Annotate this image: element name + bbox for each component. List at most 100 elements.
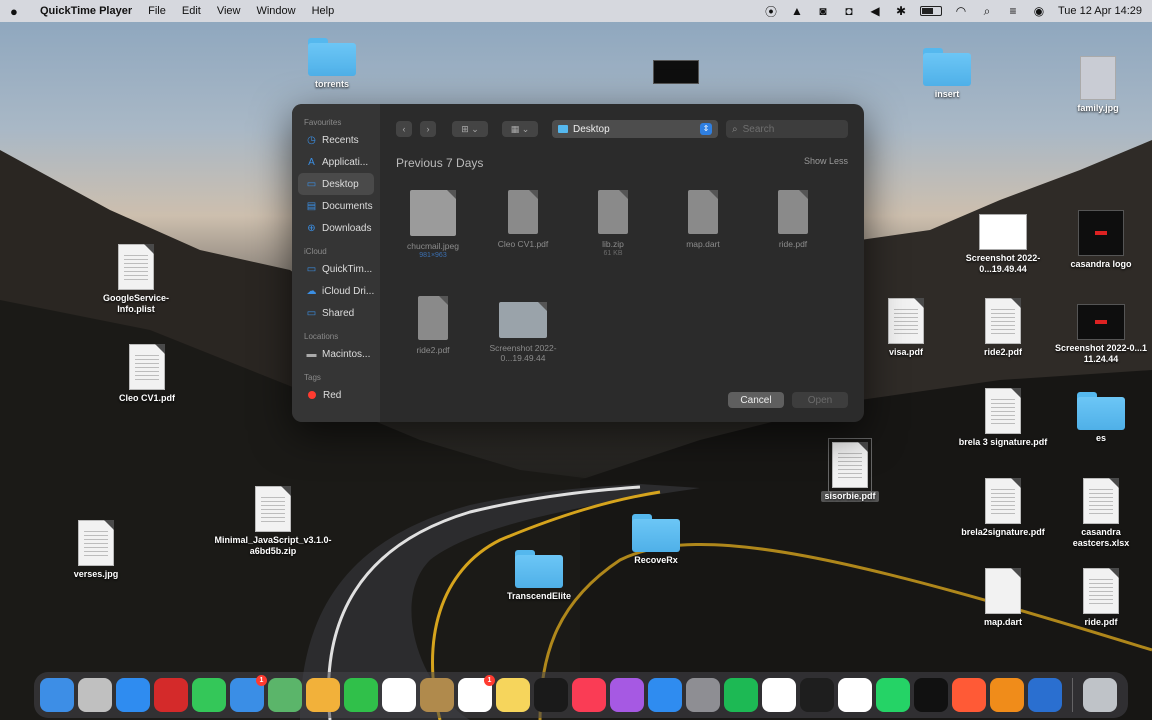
sidebar-item-downloads[interactable]: ⊕ Downloads — [292, 217, 380, 239]
brela2signature-pdf[interactable]: brela2signature.pdf — [955, 478, 1051, 538]
dock-chrome-icon[interactable] — [838, 678, 872, 712]
messenger-status-icon[interactable]: ◘ — [842, 4, 856, 18]
volume-icon[interactable]: ◀ — [868, 4, 882, 18]
bluetooth-icon[interactable]: ✱ — [894, 4, 908, 18]
dock-notes-brown-icon[interactable] — [420, 678, 454, 712]
screenshot-1949[interactable]: Screenshot 2022-0...19.49.44 — [955, 214, 1051, 275]
folder-insert[interactable]: insert — [899, 48, 995, 100]
minimal-javascript-zip[interactable]: Minimal_JavaScript_v3.1.0-a6bd5b.zip — [214, 486, 332, 557]
folder-torrents[interactable]: torrents — [284, 38, 380, 90]
dock-notes-icon[interactable] — [496, 678, 530, 712]
dock-reminders-icon[interactable]: 1 — [458, 675, 495, 712]
forward-button[interactable]: › — [420, 121, 436, 137]
sidebar-item-recents[interactable]: ◷ Recents — [292, 129, 380, 151]
casandra-eastcers[interactable]: casandra eastcers.xlsx — [1053, 478, 1149, 549]
menu-app-name[interactable]: QuickTime Player — [40, 5, 132, 17]
dock-maps-icon[interactable] — [268, 678, 302, 712]
screenshot-1124[interactable]: Screenshot 2022-0...1 11.24.44 — [1053, 304, 1149, 365]
icon-view-button[interactable]: ⊞ ⌄ — [452, 121, 488, 137]
dock-figma-icon[interactable] — [800, 678, 834, 712]
search-field[interactable]: ⌕ — [726, 120, 848, 138]
dock-trash-icon[interactable] — [1083, 678, 1117, 712]
sidebar-item-tag-red[interactable]: Red — [292, 384, 380, 406]
dock-facetime-icon[interactable] — [344, 678, 378, 712]
file-item[interactable]: ride.pdf — [748, 190, 838, 249]
menu-view[interactable]: View — [217, 5, 241, 17]
map-dart[interactable]: map.dart — [955, 568, 1051, 628]
casandra-logo[interactable]: casandra logo — [1053, 210, 1149, 270]
dock-launchpad-icon[interactable] — [78, 678, 112, 712]
search-input[interactable] — [742, 123, 833, 135]
dock-opera-icon[interactable] — [154, 678, 188, 712]
sidebar-item-desktop[interactable]: ▭ Desktop — [298, 173, 374, 195]
record-icon[interactable]: ⦿ — [764, 3, 778, 20]
googleservice-plist[interactable]: GoogleService-Info.plist — [88, 244, 184, 315]
menu-clock[interactable]: Tue 12 Apr 14:29 — [1058, 5, 1142, 17]
thumbnail-image[interactable] — [628, 60, 724, 84]
selected-pdf[interactable]: sisorbie.pdf — [802, 438, 898, 502]
clock-icon: ◷ — [307, 134, 316, 146]
show-less-button[interactable]: Show Less — [804, 156, 848, 170]
file-item[interactable]: ride2.pdf — [388, 296, 478, 355]
dock-pencil-app-icon[interactable] — [952, 678, 986, 712]
folder-transcendelite[interactable]: TranscendElite — [491, 550, 587, 602]
brela-signature-pdf[interactable]: brela 3 signature.pdf — [955, 388, 1051, 448]
menu-help[interactable]: Help — [312, 5, 335, 17]
file-item[interactable]: Cleo CV1.pdf — [478, 190, 568, 249]
apple-menu-icon[interactable]: ● — [10, 4, 24, 19]
dock-vlc-icon[interactable] — [990, 678, 1024, 712]
screenshot-file-icon — [499, 302, 547, 338]
siri-icon[interactable]: ◉ — [1032, 4, 1046, 18]
dock-app-store-icon[interactable] — [648, 678, 682, 712]
wifi-icon[interactable]: ◠ — [954, 4, 968, 18]
vlc-status-icon[interactable]: ▲ — [790, 4, 804, 18]
dock-pycharm-icon[interactable] — [914, 678, 948, 712]
family-photo[interactable]: family.jpg — [1050, 56, 1146, 114]
sidebar-item-macintosh-hd[interactable]: ▬ Macintos... — [292, 343, 380, 365]
dock-messenger-icon[interactable] — [762, 678, 796, 712]
cleo-cv1-pdf[interactable]: Cleo CV1.pdf — [99, 344, 195, 404]
gamepad-icon[interactable]: ◙ — [816, 4, 830, 18]
group-by-button[interactable]: ▦ ⌄ — [502, 121, 538, 137]
visa-pdf[interactable]: visa.pdf — [858, 298, 954, 358]
dock-quicktime-icon[interactable] — [1028, 678, 1062, 712]
dock-messages-icon[interactable] — [192, 678, 226, 712]
menu-edit[interactable]: Edit — [182, 5, 201, 17]
pdf-file-icon — [888, 298, 924, 344]
file-item[interactable]: Screenshot 2022-0...19.49.44 — [478, 296, 568, 363]
sidebar-item-documents[interactable]: ▤ Documents — [292, 195, 380, 217]
dock-podcasts-icon[interactable] — [610, 678, 644, 712]
ride-pdf[interactable]: ride.pdf — [1053, 568, 1149, 628]
dock-finder-icon[interactable] — [40, 678, 74, 712]
sidebar-item-shared[interactable]: ▭ Shared — [292, 302, 380, 324]
file-item[interactable]: chucmail.jpeg 981×963 — [388, 190, 478, 259]
dock-apple-tv-icon[interactable] — [534, 678, 568, 712]
dock-system-preferences-icon[interactable] — [686, 678, 720, 712]
control-center-icon[interactable]: ≡ — [1006, 4, 1020, 18]
dock-safari-icon[interactable] — [116, 678, 150, 712]
battery-icon[interactable] — [920, 6, 942, 16]
file-item[interactable]: map.dart — [658, 190, 748, 249]
desktop-icon-label: map.dart — [983, 617, 1022, 627]
menu-window[interactable]: Window — [256, 5, 295, 17]
folder-es[interactable]: es — [1053, 392, 1149, 444]
ride2-pdf[interactable]: ride2.pdf — [955, 298, 1051, 358]
folder-recoverx[interactable]: RecoveRx — [608, 514, 704, 566]
dock-calendar-icon[interactable] — [382, 678, 416, 712]
dock-spotify-icon[interactable] — [724, 678, 758, 712]
open-button[interactable]: Open — [792, 392, 848, 408]
dock-whatsapp-icon[interactable] — [876, 678, 910, 712]
back-button[interactable]: ‹ — [396, 121, 412, 137]
file-item[interactable]: lib.zip 61 KB — [568, 190, 658, 257]
location-popup[interactable]: Desktop ⇕ — [552, 120, 718, 138]
verses-jpg[interactable]: verses.jpg — [48, 520, 144, 580]
sidebar-item-quicktime[interactable]: ▭ QuickTim... — [292, 258, 380, 280]
dock-music-icon[interactable] — [572, 678, 606, 712]
menu-file[interactable]: File — [148, 5, 166, 17]
sidebar-item-icloud-drive[interactable]: ☁ iCloud Dri... — [292, 280, 380, 302]
sidebar-item-applications[interactable]: A Applicati... — [292, 151, 380, 173]
cancel-button[interactable]: Cancel — [728, 392, 784, 408]
spotlight-icon[interactable]: ⌕ — [980, 4, 994, 19]
dock-photos-icon[interactable] — [306, 678, 340, 712]
dock-mail-icon[interactable]: 1 — [230, 675, 267, 712]
